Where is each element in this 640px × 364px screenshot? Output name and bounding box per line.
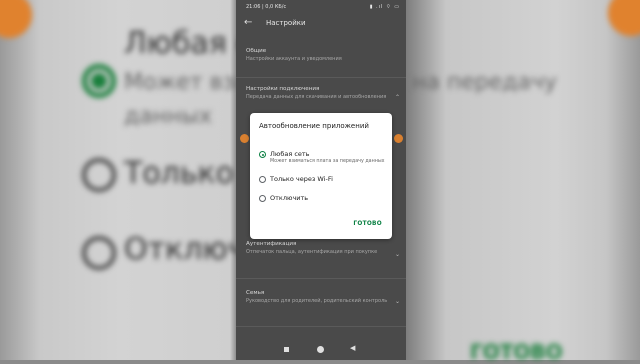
setting-subtitle: Руководство для родителей, родительский … — [246, 298, 388, 304]
orange-circle-decoration — [0, 0, 32, 38]
blurred-background-right: на передачу ГОТОВО — [406, 0, 640, 364]
status-time: 21:06 | 0,0 КБ/с — [246, 4, 287, 10]
radio-selected-icon[interactable] — [259, 151, 266, 158]
auto-update-dialog: Автообновление приложений Любая сеть Мож… — [250, 113, 392, 239]
chevron-up-icon: ⌃ — [394, 94, 400, 101]
radio-unselected-icon[interactable] — [259, 176, 266, 183]
orange-dot-left — [240, 134, 249, 143]
background-option1-right: на передачу — [412, 70, 557, 95]
dialog-title: Автообновление приложений — [259, 122, 369, 130]
divider — [236, 326, 406, 327]
setting-title: Семья — [246, 290, 265, 296]
navigation-bar: ◀ — [236, 340, 406, 360]
setting-subtitle: Настройки аккаунта и уведомления — [246, 56, 342, 62]
done-button[interactable]: ГОТОВО — [353, 221, 382, 227]
divider — [236, 77, 406, 78]
setting-authentication[interactable]: Аутентификация Отпечаток пальца, аутенти… — [246, 241, 396, 255]
orange-circle-decoration-right — [608, 0, 640, 36]
setting-family[interactable]: Семья Руководство для родителей, родител… — [246, 290, 396, 304]
home-icon[interactable] — [317, 346, 324, 353]
background-option1-line2: данных — [124, 104, 212, 129]
option-label: Только через Wi-Fi — [270, 175, 333, 183]
background-radio-3 — [82, 236, 116, 270]
radio-unselected-icon[interactable] — [259, 195, 266, 202]
back-icon[interactable]: ◀ — [350, 344, 355, 352]
setting-connection[interactable]: Настройки подключения Передача данных дл… — [246, 86, 396, 100]
option-description: Может взиматься плата за передачу данных — [270, 159, 385, 164]
setting-subtitle: Отпечаток пальца, аутентификация при пок… — [246, 249, 378, 255]
background-option3: Отключ — [124, 232, 246, 267]
background-radio-2 — [82, 158, 116, 192]
divider — [236, 278, 406, 279]
chevron-down-icon: ⌄ — [394, 251, 400, 258]
status-icons: ▮ .ıl ⌔ ▭ — [369, 4, 400, 10]
arrow-back-icon[interactable]: ← — [244, 17, 252, 29]
top-app-bar: ← Настройки — [236, 14, 406, 34]
setting-subtitle: Передача данных для скачивания и автообн… — [246, 94, 387, 100]
page-title: Настройки — [266, 19, 306, 27]
setting-title: Аутентификация — [246, 241, 297, 247]
setting-title: Настройки подключения — [246, 86, 320, 92]
option-label: Отключить — [270, 194, 309, 202]
option-label: Любая сеть — [270, 150, 310, 158]
background-radio-dot — [91, 73, 107, 89]
recent-apps-icon[interactable] — [284, 347, 289, 352]
setting-general[interactable]: Общие Настройки аккаунта и уведомления — [246, 48, 396, 62]
orange-dot-right — [394, 134, 403, 143]
status-bar: 21:06 | 0,0 КБ/с ▮ .ıl ⌔ ▭ — [236, 0, 406, 14]
setting-title: Общие — [246, 48, 267, 54]
chevron-down-icon: ⌄ — [394, 298, 400, 305]
background-done: ГОТОВО — [470, 340, 563, 364]
